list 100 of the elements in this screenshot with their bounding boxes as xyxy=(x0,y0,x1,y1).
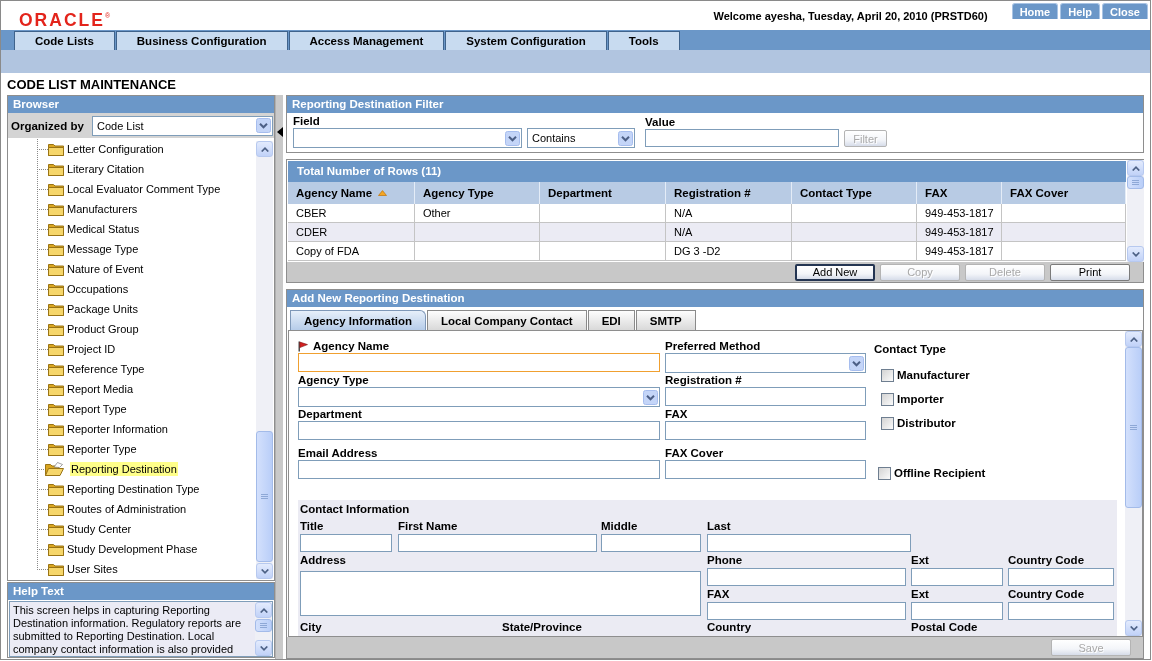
text-field[interactable] xyxy=(665,421,866,440)
text-field[interactable] xyxy=(645,129,839,147)
table-row[interactable]: CBER Other N/A 949-453-1817 xyxy=(288,204,1126,223)
text-field[interactable] xyxy=(298,460,660,479)
folder-icon xyxy=(48,562,64,576)
tree-item[interactable]: User Sites xyxy=(67,562,118,576)
folder-icon xyxy=(48,482,64,496)
field-label: Address xyxy=(300,554,348,566)
checkbox[interactable] xyxy=(881,368,894,382)
text-field[interactable] xyxy=(601,534,701,552)
text-field[interactable] xyxy=(300,534,392,552)
tree-item[interactable]: Literary Citation xyxy=(67,162,145,176)
folder-icon xyxy=(48,422,64,436)
dropdown[interactable] xyxy=(293,128,522,148)
field-label: City xyxy=(300,621,323,633)
tree-item[interactable]: Report Media xyxy=(67,382,134,396)
text-field[interactable] xyxy=(911,602,1003,620)
dropdown[interactable] xyxy=(298,387,660,407)
tree-item[interactable]: Letter Configuration xyxy=(67,142,164,156)
panel-header: Total Number of Rows (11) xyxy=(288,161,1126,182)
text-field[interactable] xyxy=(707,602,906,620)
tab[interactable]: Agency Information xyxy=(290,310,426,330)
menu-tab[interactable]: Code Lists xyxy=(14,31,115,50)
tree-item[interactable]: Medical Status xyxy=(67,222,140,236)
scroll-up-button[interactable] xyxy=(256,141,273,157)
vertical-scrollbar[interactable] xyxy=(256,141,273,579)
sort-up-icon[interactable] xyxy=(378,190,388,196)
tree-item[interactable]: Routes of Administration xyxy=(67,502,187,516)
table-cell: Copy of FDA xyxy=(288,242,415,261)
tree-item[interactable]: Study Center xyxy=(67,522,132,536)
scrollbar-thumb[interactable] xyxy=(256,431,273,562)
field-label: Country Code xyxy=(1008,554,1086,566)
field-label: Last xyxy=(707,520,732,532)
tree-item[interactable]: Message Type xyxy=(67,242,139,256)
menu-tab[interactable]: Business Configuration xyxy=(115,31,288,50)
tree-item[interactable]: Report Type xyxy=(67,402,127,416)
tab[interactable]: SMTP xyxy=(635,310,696,330)
tree-item[interactable]: Reporter Information xyxy=(67,422,168,436)
chevron-down-icon xyxy=(1131,251,1140,257)
scroll-up-button[interactable] xyxy=(1127,160,1144,176)
tree-item[interactable]: Reference Type xyxy=(67,362,145,376)
checkbox[interactable] xyxy=(878,466,891,480)
scroll-up-button[interactable] xyxy=(1125,331,1142,347)
text-field[interactable] xyxy=(665,460,866,479)
folder-icon xyxy=(48,542,64,556)
tree-item[interactable]: Occupations xyxy=(67,282,129,296)
scroll-down-button[interactable] xyxy=(255,640,272,656)
dropdown[interactable]: Contains xyxy=(527,128,635,148)
tree-item[interactable]: Project ID xyxy=(67,342,116,356)
tree-item[interactable]: Reporting Destination xyxy=(70,462,178,476)
text-field[interactable] xyxy=(707,534,911,552)
checkbox[interactable] xyxy=(881,392,894,406)
field-label: Department xyxy=(298,408,362,420)
table-row[interactable]: Copy of FDA DG 3 -D2 949-453-1817 xyxy=(288,242,1126,261)
text-field[interactable] xyxy=(1008,568,1114,586)
table-cell: 949-453-1817 xyxy=(917,242,1002,261)
folder-icon xyxy=(48,322,64,336)
tree-item[interactable]: Product Group xyxy=(67,322,139,336)
scroll-down-button[interactable] xyxy=(1127,246,1144,262)
scrollbar-thumb[interactable] xyxy=(1127,176,1144,189)
tree-item[interactable]: Reporting Destination Type xyxy=(67,482,200,496)
folder-icon xyxy=(48,522,64,536)
menu-tab[interactable]: Access Management xyxy=(288,31,445,50)
table-row[interactable]: CDER N/A 949-453-1817 xyxy=(288,223,1126,242)
tree-item[interactable]: Package Units xyxy=(67,302,138,316)
folder-icon xyxy=(48,242,64,256)
vertical-scrollbar[interactable] xyxy=(1125,331,1142,636)
chevron-down-icon xyxy=(256,118,271,133)
left-triangle-icon[interactable] xyxy=(276,127,283,137)
field-label: Agency Name xyxy=(313,340,390,352)
checkbox[interactable] xyxy=(881,416,894,430)
tab[interactable]: Local Company Contact xyxy=(427,310,587,330)
menu-tab[interactable]: System Configuration xyxy=(445,31,607,50)
vertical-scrollbar[interactable] xyxy=(1127,160,1144,262)
scroll-up-button[interactable] xyxy=(255,602,272,618)
tree-item[interactable]: Nature of Event xyxy=(67,262,144,276)
action-button[interactable]: Add New xyxy=(795,263,875,281)
text-field[interactable] xyxy=(1008,602,1114,620)
text-field[interactable] xyxy=(665,387,866,406)
text-field[interactable] xyxy=(398,534,597,552)
tree-item[interactable]: Manufacturers xyxy=(67,202,138,216)
text-area[interactable] xyxy=(300,571,701,616)
vertical-scrollbar[interactable] xyxy=(255,602,272,656)
scroll-down-button[interactable] xyxy=(256,563,273,579)
tree-item[interactable]: Local Evaluator Comment Type xyxy=(67,182,221,196)
scrollbar-thumb[interactable] xyxy=(255,619,272,632)
action-button[interactable]: Print xyxy=(1050,263,1130,281)
text-field[interactable] xyxy=(707,568,906,586)
dropdown[interactable] xyxy=(665,353,866,373)
tree-item[interactable]: Study Development Phase xyxy=(67,542,198,556)
scroll-down-button[interactable] xyxy=(1125,620,1142,636)
menu-tab[interactable]: Tools xyxy=(607,31,680,50)
folder-icon xyxy=(48,302,64,316)
dropdown[interactable]: Code List xyxy=(92,115,273,136)
text-field[interactable] xyxy=(298,421,660,440)
tree-item[interactable]: Reporter Type xyxy=(67,442,137,456)
tab[interactable]: EDI xyxy=(587,310,635,330)
scrollbar-thumb[interactable] xyxy=(1125,347,1142,508)
text-field[interactable] xyxy=(298,353,660,372)
text-field[interactable] xyxy=(911,568,1003,586)
